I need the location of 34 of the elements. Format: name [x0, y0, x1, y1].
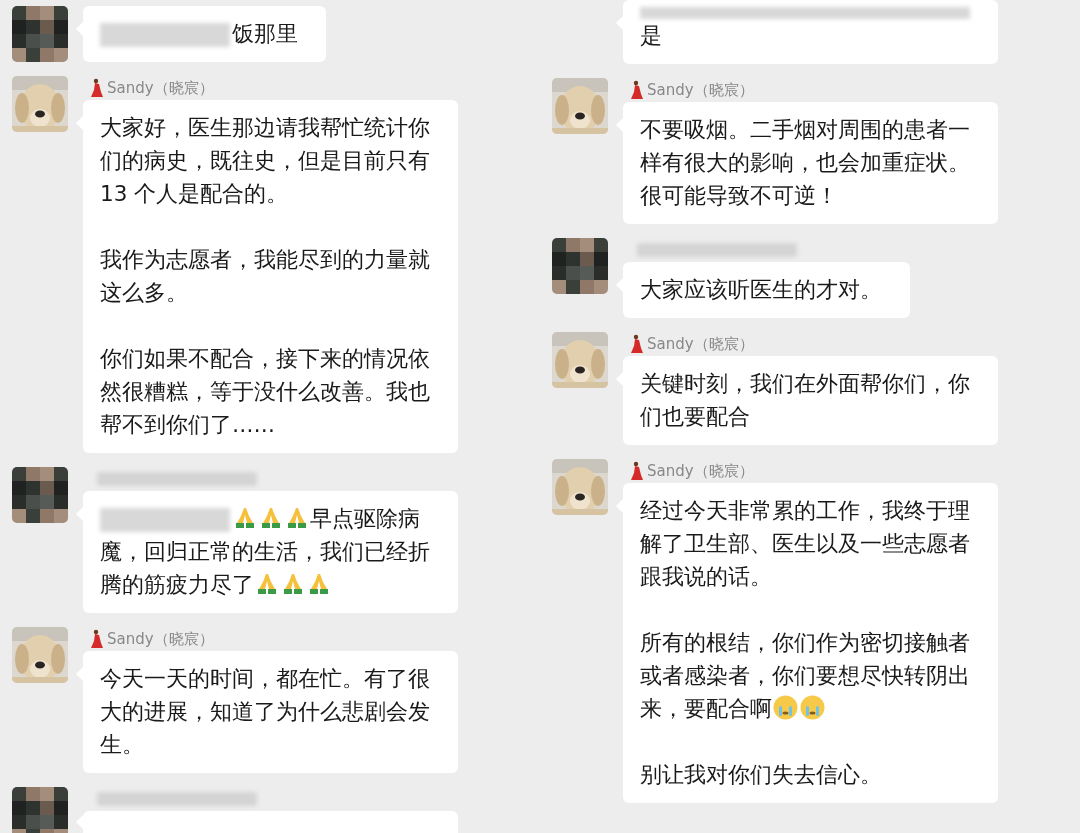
praying-hands-icon: [281, 572, 305, 596]
sender-name: Sandy（晓宸）: [647, 79, 754, 101]
dancer-icon: [630, 461, 644, 481]
sender-name: Sandy（晓宸）: [647, 333, 754, 355]
message-text: 是: [640, 23, 662, 48]
dancer-icon: [630, 334, 644, 354]
message-text: 你们如果不配合，接下来的情况依然很糟糕，等于没什么改善。我也帮不到你们了……: [100, 346, 430, 437]
praying-hands-icon: [285, 506, 309, 530]
message-text: 来，要配合啊: [640, 696, 772, 721]
praying-hands-icon: [259, 506, 283, 530]
message-text: 大家应该听医生的才对。: [640, 277, 882, 302]
message-text: 经过今天非常累的工作，我终于理解了卫生部、医生以及一些志愿者跟我说的话。: [640, 498, 970, 589]
sender-name: Sandy（晓宸）: [107, 628, 214, 650]
crying-face-icon: [773, 695, 798, 720]
message-text: 别让我对你们失去信心。: [640, 762, 882, 787]
dancer-icon: [630, 80, 644, 100]
praying-hands-icon: [255, 572, 279, 596]
message-text: 不要吸烟。二手烟对周围的患者一样有很大的影响，也会加重症状。很可能导致不可逆！: [640, 117, 970, 208]
message-text: 大家好，医生那边请我帮忙统计你们的病史，既往史，但是目前只有13 个人是配合的。: [100, 115, 430, 206]
message-text: 魔，回归正常的生活，我们已经折: [100, 539, 430, 564]
dancer-icon: [90, 78, 104, 98]
message-text: 早点驱除病: [310, 506, 420, 531]
message-text: 腾的筋疲力尽了: [100, 572, 254, 597]
message-text: 所有的根结，你们作为密切接触者或者感染者，你们要想尽快转阴出: [640, 630, 970, 688]
praying-hands-icon: [233, 506, 257, 530]
message-text: 今天一天的时间，都在忙。有了很大的进展，知道了为什么悲剧会发生。: [100, 666, 430, 757]
dancer-icon: [90, 629, 104, 649]
message-text: 饭那里: [232, 21, 298, 46]
praying-hands-icon: [307, 572, 331, 596]
sender-name: Sandy（晓宸）: [647, 460, 754, 482]
crying-face-icon: [800, 695, 825, 720]
message-text: 我作为志愿者，我能尽到的力量就这么多。: [100, 247, 430, 305]
message-text: 关键时刻，我们在外面帮你们，你们也要配合: [640, 371, 970, 429]
sender-name: Sandy（晓宸）: [107, 77, 214, 99]
